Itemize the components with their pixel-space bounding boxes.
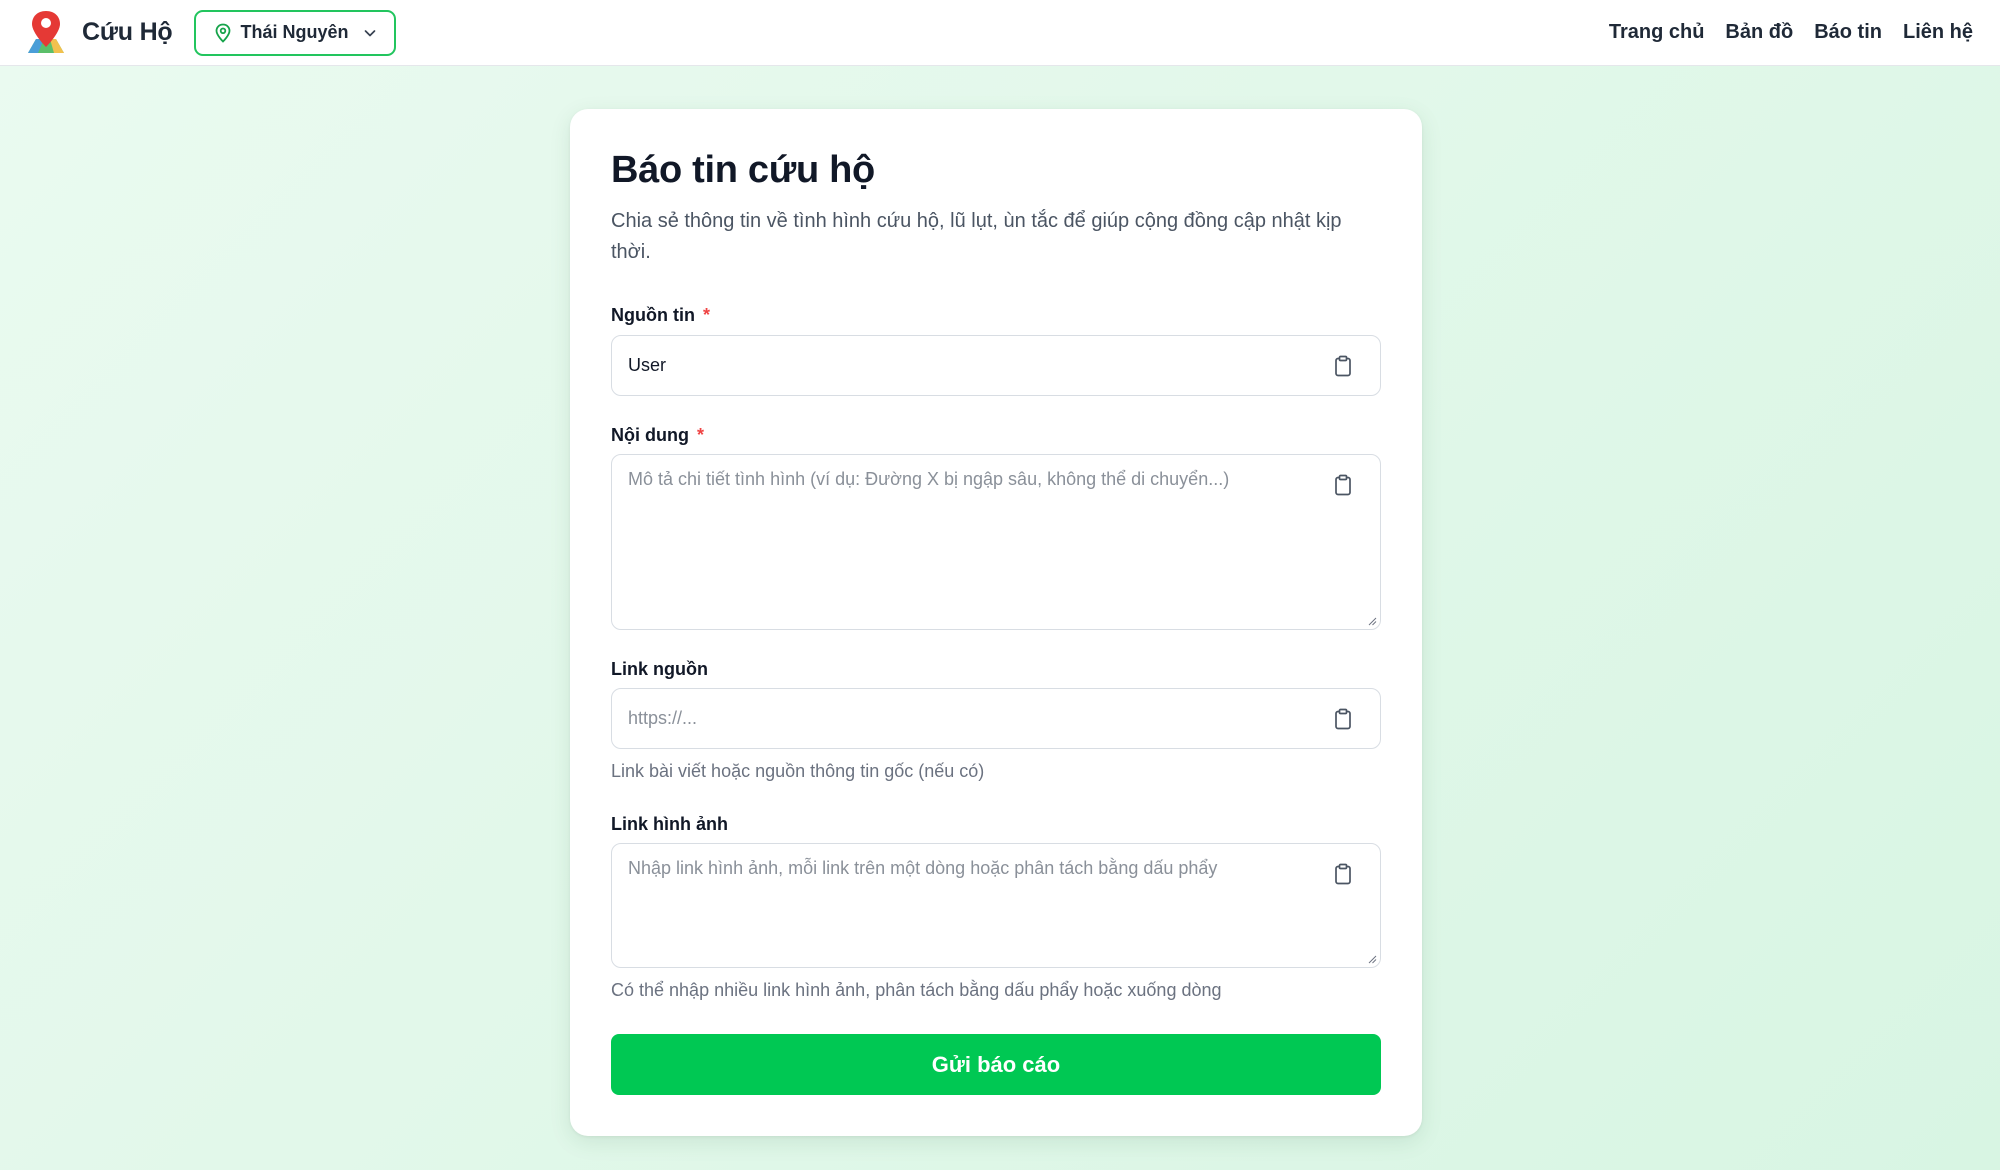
report-form-card: Báo tin cứu hộ Chia sẻ thông tin về tình… — [570, 109, 1422, 1136]
images-placeholder: Nhập link hình ảnh, mỗi link trên một dò… — [628, 858, 1218, 878]
nav-home[interactable]: Trang chủ — [1609, 21, 1705, 44]
link-label-text: Link nguồn — [611, 659, 708, 679]
location-selector[interactable]: Thái Nguyên — [193, 9, 396, 56]
content-label: Nội dung * — [611, 425, 704, 446]
source-label-text: Nguồn tin — [611, 305, 695, 325]
images-help-text: Có thể nhập nhiều link hình ảnh, phân tá… — [611, 980, 1222, 1000]
chevron-down-icon — [364, 29, 375, 36]
source-input[interactable]: User — [611, 335, 1381, 396]
link-placeholder: https://... — [628, 708, 698, 728]
clipboard-icon[interactable] — [1334, 708, 1352, 730]
brand[interactable]: Cứu Hộ — [24, 9, 173, 57]
clipboard-icon[interactable] — [1334, 863, 1352, 885]
location-pin-icon — [215, 23, 230, 43]
images-label-text: Link hình ảnh — [611, 814, 728, 834]
required-mark: * — [702, 305, 710, 325]
link-input[interactable]: https://... — [611, 688, 1381, 749]
content-textarea[interactable]: Mô tả chi tiết tình hình (ví dụ: Đường X… — [611, 454, 1381, 630]
map-pin-logo-icon — [28, 10, 64, 53]
nav-contact[interactable]: Liên hệ — [1903, 21, 1973, 44]
submit-report-button[interactable]: Gửi báo cáo — [611, 1034, 1381, 1095]
clipboard-icon[interactable] — [1334, 474, 1352, 496]
resize-handle-icon[interactable] — [1367, 616, 1377, 626]
main-nav: Trang chủ Bản đồ Báo tin Liên hệ — [1609, 21, 1973, 44]
resize-handle-icon[interactable] — [1367, 954, 1377, 964]
clipboard-icon[interactable] — [1334, 355, 1352, 377]
top-navbar: Cứu Hộ Thái Nguyên Trang chủ Bản đồ Báo … — [0, 0, 2000, 66]
page-subtitle: Chia sẻ thông tin về tình hình cứu hộ, l… — [611, 210, 1342, 263]
brand-name: Cứu Hộ — [82, 18, 173, 46]
content-placeholder: Mô tả chi tiết tình hình (ví dụ: Đường X… — [628, 469, 1230, 489]
images-label: Link hình ảnh — [611, 814, 728, 835]
link-label: Link nguồn — [611, 659, 708, 680]
link-help-text: Link bài viết hoặc nguồn thông tin gốc (… — [611, 761, 985, 781]
source-value: User — [628, 355, 667, 375]
required-mark: * — [696, 425, 704, 445]
images-textarea[interactable]: Nhập link hình ảnh, mỗi link trên một dò… — [611, 843, 1381, 968]
nav-map[interactable]: Bản đồ — [1725, 21, 1793, 44]
source-label: Nguồn tin * — [611, 305, 710, 326]
page-title: Báo tin cứu hộ — [611, 149, 875, 191]
location-label: Thái Nguyên — [240, 22, 349, 42]
content-label-text: Nội dung — [611, 425, 689, 445]
nav-report[interactable]: Báo tin — [1814, 21, 1882, 44]
